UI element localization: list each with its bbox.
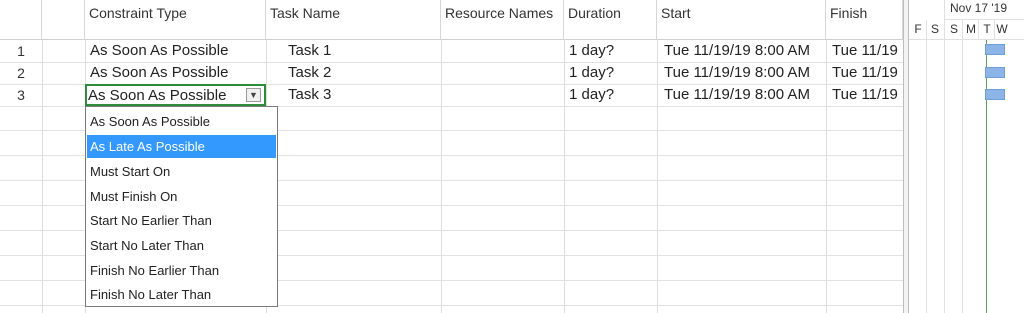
task-bar[interactable] [985, 89, 1005, 100]
timescale-divider [978, 20, 979, 40]
task-name-cell[interactable]: Task 2 [288, 62, 331, 86]
dropdown-option[interactable]: Start No Earlier Than [87, 209, 276, 232]
timescale-week-label: Nov 17 '19 [950, 1, 1007, 15]
header-constraint-type[interactable]: Constraint Type [85, 0, 266, 40]
header-indicators[interactable]: i [42, 0, 103, 40]
task-name-cell[interactable]: Task 1 [288, 40, 331, 64]
today-line [986, 40, 987, 313]
row-id[interactable]: 3 [0, 84, 42, 108]
timescale-day: M [966, 22, 976, 36]
timescale-bottom-line [909, 39, 1024, 40]
chevron-down-icon[interactable]: ▼ [246, 88, 261, 102]
timescale-day: F [914, 22, 922, 36]
timescale-divider [994, 20, 995, 40]
constraint-dropdown-list: As Soon As Possible As Late As Possible … [85, 106, 278, 307]
column-divider [42, 40, 43, 313]
finish-cell[interactable]: Tue 11/19 [832, 40, 902, 64]
finish-cell[interactable]: Tue 11/19 [832, 84, 902, 108]
timescale-divider [962, 20, 963, 313]
constraint-editor-value: As Soon As Possible [88, 87, 227, 104]
timescale-day: W [996, 22, 1008, 36]
column-divider [826, 40, 827, 313]
timescale-mid-line [944, 19, 1024, 20]
header-task-name[interactable]: Task Name [266, 0, 441, 40]
task-bar[interactable] [985, 44, 1005, 55]
timescale-day: S [949, 22, 958, 36]
duration-cell[interactable]: 1 day? [569, 62, 614, 86]
dropdown-option[interactable]: Finish No Later Than [87, 283, 276, 306]
column-divider [441, 40, 442, 313]
header-start[interactable]: Start [657, 0, 826, 40]
dropdown-option[interactable]: Finish No Earlier Than [87, 259, 276, 282]
header-finish[interactable]: Finish [826, 0, 903, 40]
task-bar[interactable] [985, 67, 1005, 78]
row-id[interactable]: 2 [0, 62, 42, 86]
view-splitter[interactable] [903, 0, 909, 313]
timescale-day: S [930, 22, 939, 36]
column-divider [657, 40, 658, 313]
dropdown-option-selected[interactable]: As Late As Possible [87, 135, 276, 158]
timescale-divider [926, 20, 927, 313]
header-duration[interactable]: Duration [564, 0, 657, 40]
header-resource-names[interactable]: Resource Names [441, 0, 564, 40]
timescale-day: T [983, 22, 991, 36]
start-cell[interactable]: Tue 11/19/19 8:00 AM [664, 40, 810, 64]
timescale-divider [944, 0, 945, 313]
constraint-cell[interactable]: As Soon As Possible [90, 40, 228, 64]
header-row-id[interactable] [0, 0, 42, 40]
dropdown-option[interactable]: Start No Later Than [87, 234, 276, 257]
row-id[interactable]: 1 [0, 40, 42, 64]
gantt-chart[interactable] [903, 0, 1024, 313]
task-name-cell[interactable]: Task 3 [288, 84, 331, 108]
finish-cell[interactable]: Tue 11/19 [832, 62, 902, 86]
start-cell[interactable]: Tue 11/19/19 8:00 AM [664, 84, 810, 108]
dropdown-option[interactable]: As Soon As Possible [87, 110, 276, 133]
duration-cell[interactable]: 1 day? [569, 84, 614, 108]
dropdown-option[interactable]: Must Finish On [87, 185, 276, 208]
duration-cell[interactable]: 1 day? [569, 40, 614, 64]
constraint-cell[interactable]: As Soon As Possible [90, 62, 228, 86]
dropdown-option[interactable]: Must Start On [87, 160, 276, 183]
column-divider [564, 40, 565, 313]
constraint-editor[interactable]: As Soon As Possible ▼ [85, 84, 266, 106]
start-cell[interactable]: Tue 11/19/19 8:00 AM [664, 62, 810, 86]
